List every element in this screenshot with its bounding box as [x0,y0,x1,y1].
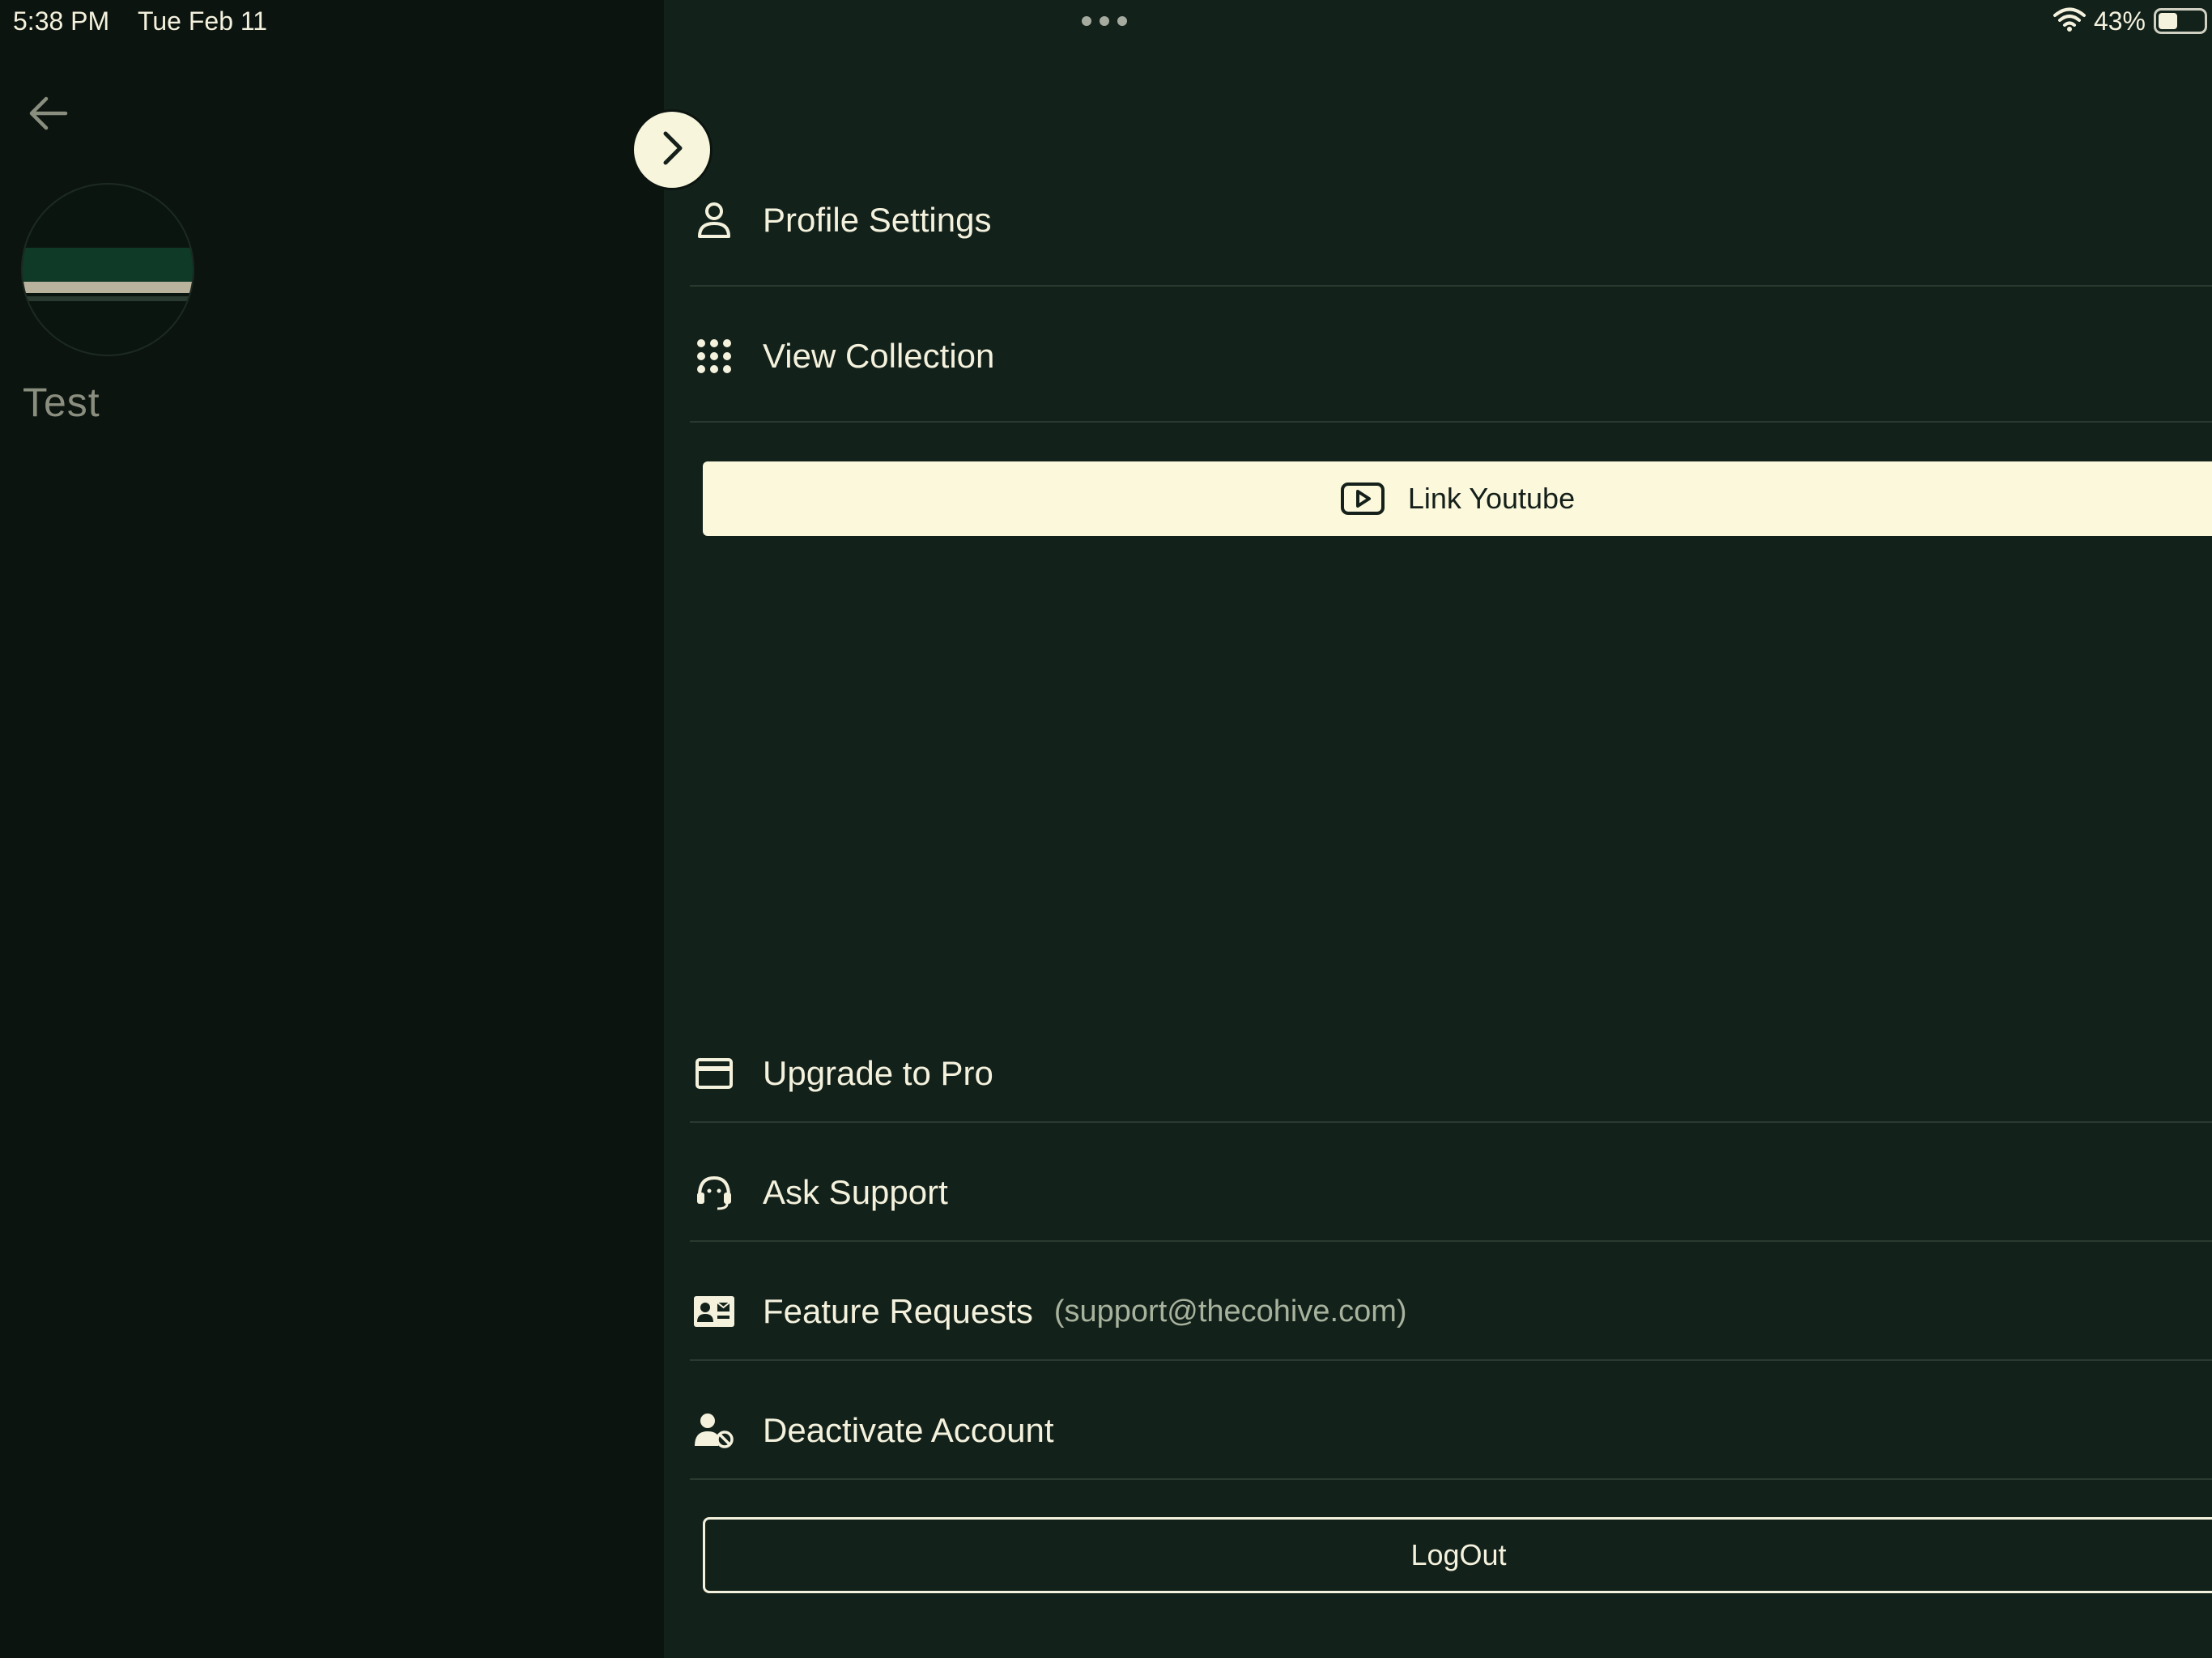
user-icon [690,196,738,244]
logout-button[interactable]: LogOut [703,1517,2212,1593]
dot [1082,16,1091,26]
menu-label-feature-requests: Feature Requests [763,1292,1033,1330]
chevron-right-icon [656,129,688,172]
battery-icon [2154,8,2207,34]
menu-item-view-collection[interactable]: View Collection [690,332,2212,380]
collapse-panel-button[interactable] [632,109,713,190]
project-pane: Test [0,0,664,1658]
menu-item-deactivate-account[interactable]: Deactivate Account [690,1406,2212,1455]
menu-item-feature-requests[interactable]: Feature Requests (support@thecohive.com) [690,1287,2212,1336]
project-thumbnail[interactable] [21,183,194,356]
status-date: Tue Feb 11 [138,6,268,36]
divider [690,1478,2212,1480]
battery-fill [2159,13,2177,29]
status-time: 5:38 PM [13,6,110,36]
menu-label-ask-support: Ask Support [763,1173,948,1211]
contact-card-icon [690,1287,738,1336]
link-youtube-label: Link Youtube [1407,482,1576,515]
status-right-group: 43% [2052,5,2212,37]
divider [690,1240,2212,1242]
menu-label-upgrade-to-pro: Upgrade to Pro [763,1054,993,1092]
divider [690,285,2212,287]
thumbnail-band-dark [23,248,193,282]
menu-label-view-collection: View Collection [763,337,995,375]
menu-label-deactivate-account: Deactivate Account [763,1411,1054,1449]
divider [690,1359,2212,1361]
menu-item-upgrade-to-pro[interactable]: Upgrade to Pro [690,1049,2212,1098]
menu-item-ask-support[interactable]: Ask Support [690,1168,2212,1217]
support-email[interactable]: (support@thecohive.com) [1054,1295,1407,1329]
menu-item-profile-settings[interactable]: Profile Settings [690,196,2212,244]
credit-card-icon [690,1049,738,1098]
divider [690,1121,2212,1123]
divider [690,421,2212,423]
logout-label: LogOut [1410,1538,1507,1571]
thumbnail-band-light [23,282,193,293]
arrow-left-icon[interactable] [24,89,73,138]
wifi-icon [2052,6,2086,36]
user-block-icon [690,1406,738,1455]
battery-percent: 43% [2093,6,2146,36]
menu-label-profile-settings: Profile Settings [763,201,992,239]
more-dots-icon[interactable] [1082,16,1127,26]
project-name: Test [23,380,100,425]
headset-support-icon [690,1168,738,1217]
thumbnail-band-line [23,296,193,301]
youtube-icon [1340,482,1385,516]
dot [1117,16,1127,26]
dot [1100,16,1109,26]
grid-dots-icon [690,332,738,380]
app-root: Test 5:38 PM Tue Feb 11 43% Profile Sett… [0,0,2212,1658]
link-youtube-button[interactable]: Link Youtube [703,461,2212,536]
